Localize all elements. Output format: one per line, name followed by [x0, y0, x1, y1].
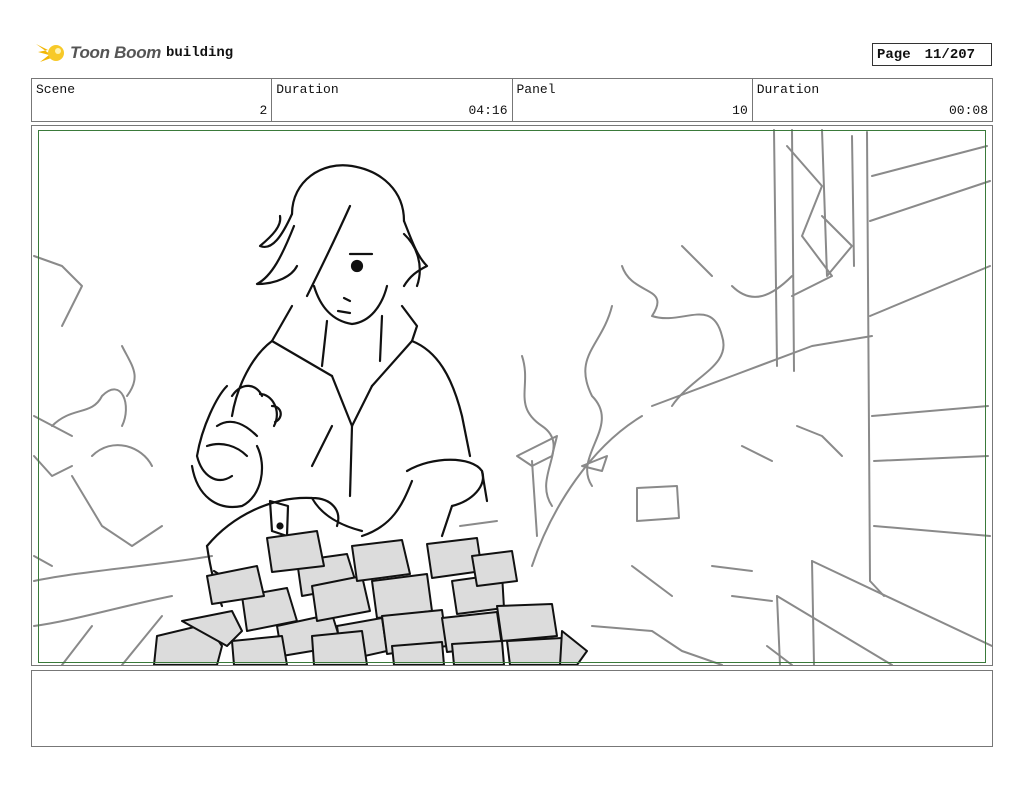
scene-label: Scene	[36, 82, 76, 97]
notes-box[interactable]	[31, 670, 993, 747]
toon-boom-logo-icon	[36, 44, 64, 62]
scene-cell: Scene 2	[32, 79, 273, 121]
panel-duration-value: 00:08	[948, 103, 988, 118]
info-row: Scene 2 Duration 04:16 Panel 10 Duration…	[31, 78, 993, 122]
page-number: 11/207	[924, 46, 976, 63]
toon-boom-logo: Toon Boom	[34, 38, 161, 68]
scene-duration-value: 04:16	[468, 103, 508, 118]
panel-label: Panel	[516, 82, 556, 97]
scene-value: 2	[259, 103, 268, 118]
document-title: building	[166, 45, 234, 61]
panel-duration-cell: Duration 00:08	[753, 79, 992, 121]
brand-name: Toon Boom	[70, 43, 162, 62]
scene-duration-cell: Duration 04:16	[272, 79, 513, 121]
scene-duration-label: Duration	[276, 82, 339, 97]
panel-duration-label: Duration	[756, 82, 820, 97]
safe-area-frame	[38, 130, 986, 663]
panel-value: 10	[732, 103, 748, 118]
page-label: Page	[877, 46, 911, 63]
page-indicator: Page 11/207	[872, 43, 992, 66]
panel-cell: Panel 10	[513, 79, 753, 121]
